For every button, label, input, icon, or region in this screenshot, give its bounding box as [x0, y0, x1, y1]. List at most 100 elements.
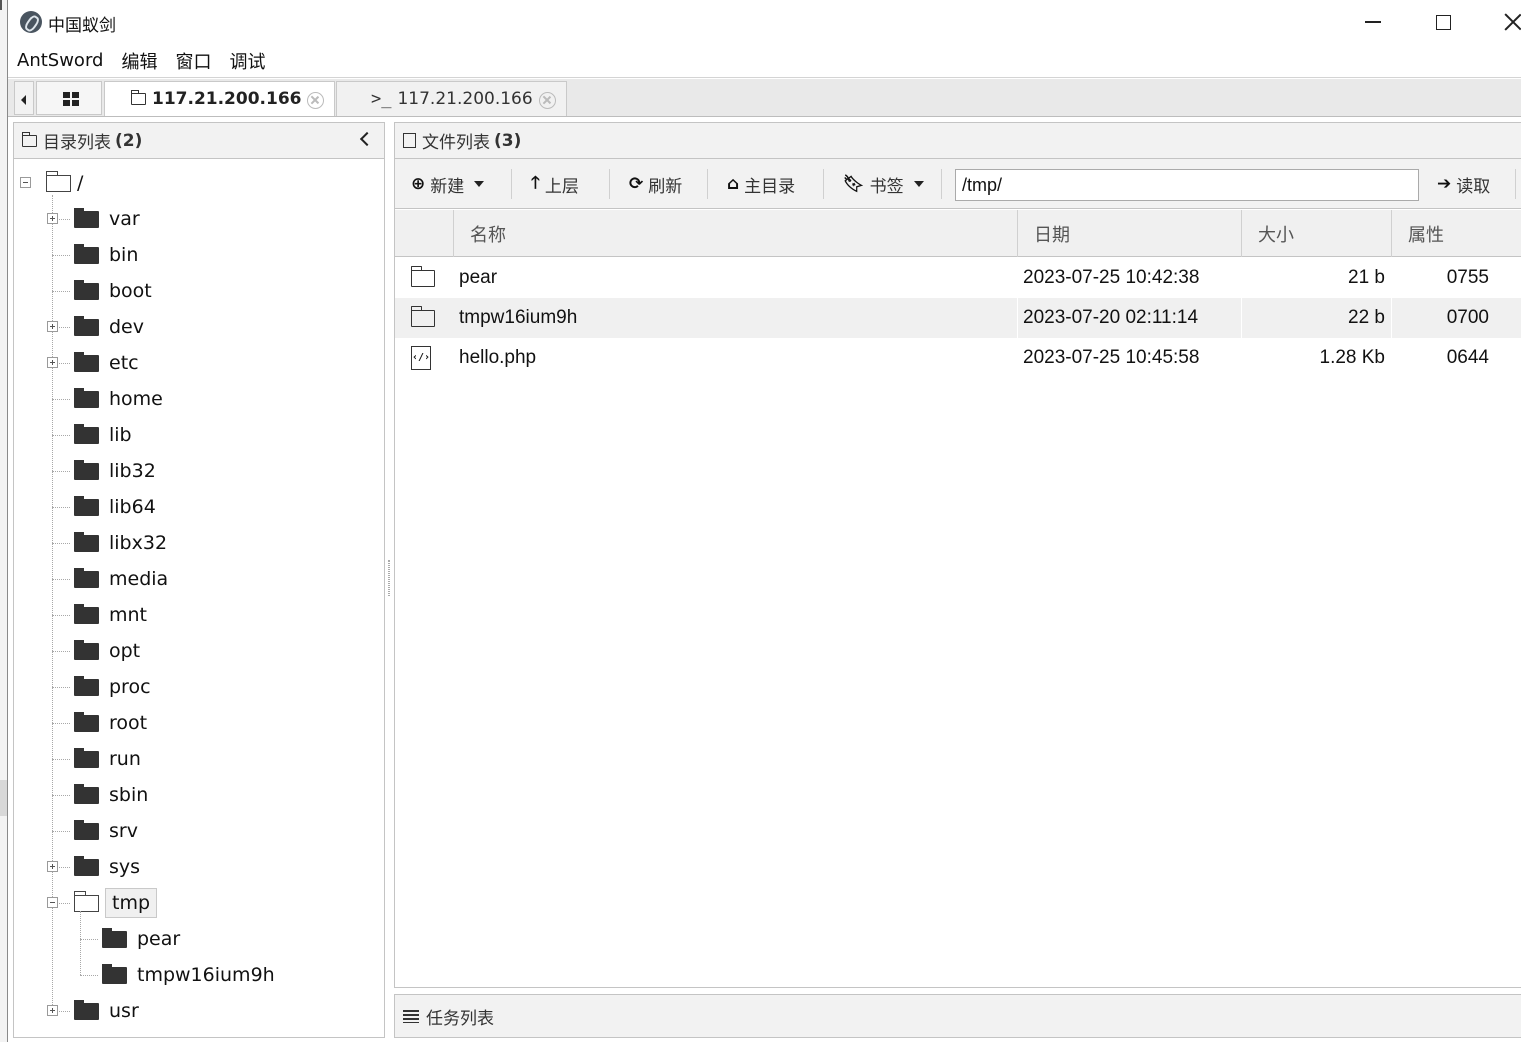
- file-row[interactable]: pear 2023-07-25 10:42:38 21 b 0755: [395, 258, 1521, 298]
- menu-edit[interactable]: 编辑: [121, 48, 157, 74]
- tree-item-sys[interactable]: sys: [74, 849, 140, 885]
- tree-item-srv[interactable]: srv: [74, 813, 138, 849]
- tree-item-etc[interactable]: etc: [74, 345, 139, 381]
- expand-toggle-icon[interactable]: [47, 321, 58, 332]
- tree-item-pear[interactable]: pear: [102, 921, 180, 957]
- file-size-cell: 21 b: [1348, 267, 1385, 288]
- tree-connector: [52, 471, 70, 472]
- column-divider: [1017, 298, 1018, 338]
- folder-icon: [74, 423, 99, 444]
- bookmark-label: 书签: [869, 176, 904, 197]
- tree-item-label: etc: [109, 352, 139, 374]
- column-date[interactable]: 日期: [1017, 210, 1241, 257]
- file-perm-cell: 0755: [1446, 267, 1489, 288]
- home-dir-button[interactable]: ⌂ 主目录: [727, 171, 795, 197]
- tree-item-libx32[interactable]: libx32: [74, 525, 167, 561]
- folder-icon: [74, 243, 99, 264]
- tree-item-sbin[interactable]: sbin: [74, 777, 148, 813]
- menu-window[interactable]: 窗口: [175, 48, 211, 74]
- panel-splitter[interactable]: [388, 560, 390, 596]
- folder-icon: [74, 783, 99, 804]
- tree-item-root[interactable]: root: [74, 705, 147, 741]
- tab-close-icon[interactable]: [307, 92, 324, 109]
- tab-file-manager[interactable]: 117.21.200.166: [104, 81, 335, 116]
- menu-debug[interactable]: 调试: [229, 48, 265, 74]
- tree-item-home[interactable]: home: [74, 381, 163, 417]
- tree-item-usr[interactable]: usr: [74, 993, 139, 1029]
- column-attributes[interactable]: 属性: [1391, 210, 1521, 257]
- tree-item-bin[interactable]: bin: [74, 237, 138, 273]
- tab-label: 117.21.200.166: [397, 89, 533, 109]
- tree-item-mnt[interactable]: mnt: [74, 597, 147, 633]
- column-name[interactable]: 名称: [453, 210, 1017, 257]
- folder-icon: [74, 315, 99, 336]
- up-button[interactable]: 🡑 上层: [531, 171, 579, 197]
- tree-item-media[interactable]: media: [74, 561, 168, 597]
- tree-item-lib[interactable]: lib: [74, 417, 132, 453]
- new-button[interactable]: ⊕ 新建: [411, 171, 485, 197]
- expand-toggle-icon[interactable]: [47, 357, 58, 368]
- directory-panel-header: 目录列表 (2): [14, 123, 384, 159]
- tree-item-label: pear: [137, 928, 181, 950]
- maximize-button[interactable]: [1413, 0, 1473, 44]
- refresh-button[interactable]: ⟳ 刷新: [629, 171, 682, 197]
- expand-toggle-icon[interactable]: [47, 1005, 58, 1016]
- column-divider: [1241, 258, 1242, 298]
- tree-item-lib32[interactable]: lib32: [74, 453, 156, 489]
- php-file-icon: ‹/›: [411, 346, 431, 370]
- menu-antsword[interactable]: AntSword: [17, 50, 103, 71]
- tree-item-tmp[interactable]: tmp: [73, 885, 158, 921]
- file-row[interactable]: ‹/› hello.php 2023-07-25 10:45:58 1.28 Kb 06…: [395, 338, 1521, 378]
- home-label: 主目录: [744, 176, 796, 197]
- tab-close-icon[interactable]: [539, 92, 556, 109]
- file-row[interactable]: tmpw16ium9h 2023-07-20 02:11:14 22 b 0700: [395, 298, 1521, 338]
- file-type-cell: [410, 258, 443, 298]
- folder-icon: [410, 265, 435, 287]
- tree-item-proc[interactable]: proc: [74, 669, 151, 705]
- collapse-toggle-icon[interactable]: [47, 897, 58, 908]
- folder-icon: [74, 603, 99, 624]
- tree-item-boot[interactable]: boot: [74, 273, 152, 309]
- app-window: 中国蚁剑 AntSword 编辑 窗口 调试 117.21.200.166 >_…: [7, 0, 1521, 1042]
- tree-item-dev[interactable]: dev: [74, 309, 144, 345]
- folder-icon: [130, 90, 146, 105]
- tree-item-opt[interactable]: opt: [74, 633, 140, 669]
- tab-terminal[interactable]: >_ 117.21.200.166: [336, 81, 567, 116]
- folder-icon: [102, 963, 127, 984]
- tree-item-lib64[interactable]: lib64: [74, 489, 156, 525]
- column-size[interactable]: 大小: [1241, 210, 1391, 257]
- tab-home-grid-button[interactable]: [36, 81, 102, 115]
- folder-icon: [74, 639, 99, 660]
- expand-toggle-icon[interactable]: [47, 861, 58, 872]
- folder-icon: [74, 999, 99, 1020]
- task-panel[interactable]: 任务列表: [394, 994, 1521, 1038]
- tree-item-tmpw16ium9h[interactable]: tmpw16ium9h: [102, 957, 275, 993]
- file-grid-header: 名称 日期 大小 属性: [395, 210, 1521, 257]
- collapse-toggle-icon[interactable]: [20, 177, 31, 188]
- plus-circle-icon: ⊕: [411, 174, 426, 194]
- file-panel: 文件列表 (3) ⊕ 新建 🡑 上层 ⟳ 刷新 ⌂ 主目录 🔖︎ 书签 /tmp…: [394, 122, 1521, 988]
- folder-icon: [21, 131, 37, 147]
- path-input[interactable]: /tmp/: [955, 169, 1419, 201]
- folder-icon: [74, 711, 99, 732]
- tab-scroll-left-button[interactable]: [14, 81, 34, 115]
- tree-item-var[interactable]: var: [74, 201, 140, 237]
- column-divider: [1391, 338, 1392, 378]
- tree-item-label: usr: [109, 1000, 139, 1022]
- column-divider: [1241, 298, 1242, 338]
- list-icon: [403, 1009, 419, 1023]
- directory-panel: 目录列表 (2) / var bin boot dev etc home lib lib32 li…: [13, 122, 385, 1038]
- tree-item-run[interactable]: run: [74, 741, 141, 777]
- tab-label: 117.21.200.166: [152, 89, 302, 109]
- read-button[interactable]: ➔ 读取: [1437, 171, 1490, 197]
- minimize-button[interactable]: [1343, 0, 1403, 44]
- antsword-logo-icon: [20, 11, 42, 33]
- collapse-panel-icon[interactable]: [359, 131, 375, 147]
- bookmark-button[interactable]: 🔖︎ 书签: [843, 171, 924, 197]
- tree-item-label: srv: [109, 820, 138, 842]
- maximize-icon: [1435, 14, 1451, 30]
- expand-toggle-icon[interactable]: [47, 213, 58, 224]
- tree-connector: [52, 759, 70, 760]
- close-window-button[interactable]: [1483, 0, 1521, 44]
- tree-connector: [80, 975, 98, 976]
